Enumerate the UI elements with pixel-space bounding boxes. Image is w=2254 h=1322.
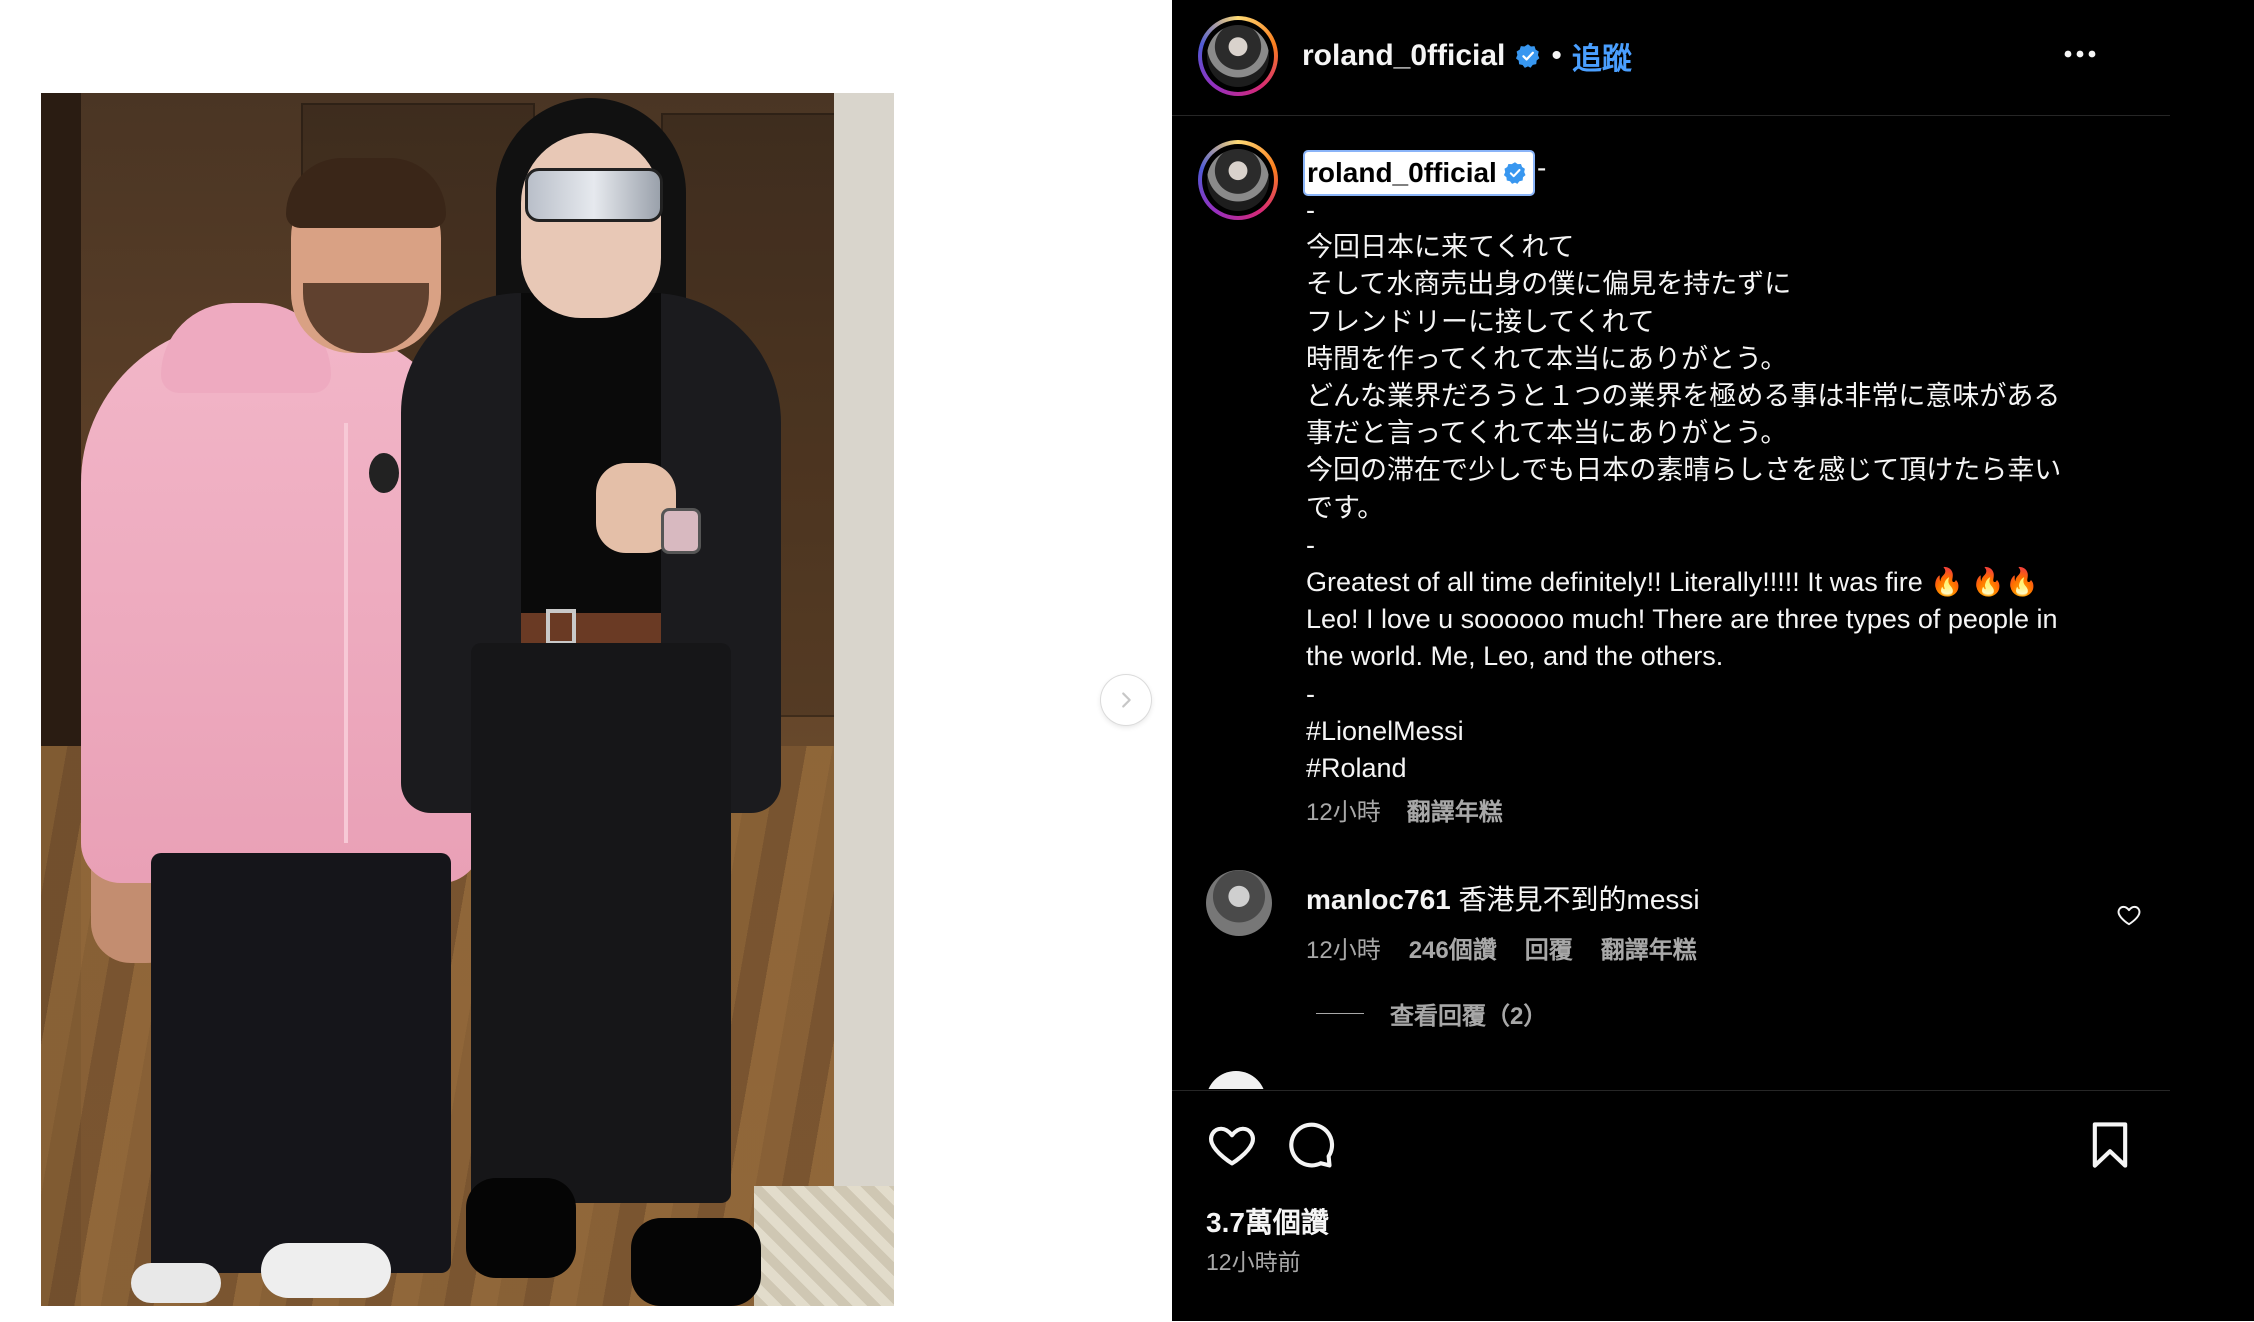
post-timestamp[interactable]: 12小時前 [1206,1243,1301,1277]
bookmark-icon[interactable] [2084,1119,2136,1171]
caption-line: 時間を作ってくれて本当にありがとう。 [1306,343,1788,374]
post-header: roland_0fficial • 追蹤 [1172,0,2170,116]
hashtag-link[interactable]: #LionelMessi [1306,713,2136,750]
view-replies-label: 查看回覆（2） [1390,1003,1548,1030]
white-sneaker [131,1263,221,1303]
author-info: roland_0fficial • 追蹤 [1302,34,1632,78]
caption-line: - [1306,195,1315,225]
commenter-avatar[interactable] [1206,870,1272,936]
comment-text: manloc761 香港見不到的messi [1306,878,1700,918]
hoodie-zip [344,423,348,843]
replies-divider [1316,1013,1364,1014]
caption-text: - 今回日本に来てくれて そして水商売出身の僕に偏見を持たずに フレンドリーに接… [1306,192,2136,787]
wristwatch [661,508,701,554]
caption-time[interactable]: 12小時 [1306,792,1381,827]
reply-button[interactable]: 回覆 [1525,930,1573,965]
caption-line: Greatest of all time definitely!! Litera… [1306,567,2039,598]
caption-line: フレンドリーに接してくれて [1306,306,1655,337]
caption-line: どんな業界だろうと１つの業界を極める事は非常に意味がある [1306,381,2061,412]
author-username[interactable]: roland_0fficial [1302,39,1505,73]
black-boot [466,1178,576,1278]
comment-bubble-icon[interactable] [1284,1119,1336,1171]
heart-icon[interactable] [1206,1119,1258,1171]
follow-button[interactable]: 追蹤 [1572,34,1632,78]
person-head [521,133,661,318]
photo-wall [834,93,894,1306]
comment-meta: 12小時 246個讚 回覆 翻譯年糕 [1306,930,1697,965]
caption-username[interactable]: roland_0fficial [1307,157,1497,189]
media-pane [0,0,1172,1321]
caption-line: - [1306,529,1315,560]
caption-trailing-dash: - [1537,152,1547,183]
comment-like-count[interactable]: 246個讚 [1409,930,1497,965]
comment-body: 香港見不到的messi [1458,884,1700,915]
page-right-margin [2170,0,2254,1321]
post-like-count[interactable]: 3.7萬個讚 [1206,1201,1329,1241]
caption-line: 今回日本に来てくれて [1306,232,1575,263]
avatar-image [1207,149,1269,211]
caption-and-comments: roland_0fficial - - 今回日本に来てくれて そして水商売出身の… [1172,116,2170,1089]
black-pants [151,853,451,1273]
photo-rug [754,1186,894,1306]
caption-line: 今回の滞在で少しでも日本の素晴らしさを感じて頂けたら幸い [1306,455,2062,486]
caption-username-selection[interactable]: roland_0fficial [1303,150,1535,196]
more-horizontal-icon[interactable] [2050,38,2110,70]
brown-belt [521,613,661,643]
belt-buckle [546,609,576,645]
caption-author-avatar[interactable] [1198,140,1278,220]
commenter-username[interactable]: manloc761 [1306,884,1451,915]
hashtag-link[interactable]: #Roland [1306,750,2136,787]
post-actions: 3.7萬個讚 12小時前 [1172,1090,2170,1322]
next-media-button[interactable] [1101,675,1151,725]
person-hair [286,158,446,228]
chevron-right-icon [1122,692,1131,708]
verified-badge-icon [1503,162,1526,184]
comment-time[interactable]: 12小時 [1306,930,1381,965]
caption-line: です。 [1306,492,1385,523]
club-badge [369,453,399,493]
caption-line: 事だと言ってくれて本当にありがとう。 [1306,418,1788,449]
caption-line: - [1306,678,1315,709]
caption-meta: 12小時 翻譯年糕 [1306,792,1503,827]
translate-button[interactable]: 翻譯年糕 [1407,792,1503,827]
post-details-panel: roland_0fficial • 追蹤 roland_0fficial - -… [1172,0,2254,1321]
post-photo[interactable] [41,93,894,1306]
heart-icon[interactable] [2116,902,2142,928]
caption-line: the world. Me, Leo, and the others. [1306,641,1724,672]
header-separator: • [1551,39,1562,72]
white-sneaker [261,1243,391,1298]
black-pants [471,643,731,1203]
caption-line: そして水商売出身の僕に偏見を持たずに [1306,269,1792,300]
black-boot [631,1218,761,1306]
sunglasses [525,168,663,222]
avatar-image [1207,25,1269,87]
verified-badge-icon [1516,44,1540,68]
comment-translate-button[interactable]: 翻譯年糕 [1601,930,1697,965]
black-turtleneck [521,293,661,623]
author-avatar[interactable] [1198,16,1278,96]
view-replies-button[interactable]: 查看回覆（2） [1316,996,1547,1031]
caption-line: Leo! I love u soooooo much! There are th… [1306,604,2058,635]
next-commenter-avatar[interactable] [1206,1071,1266,1089]
